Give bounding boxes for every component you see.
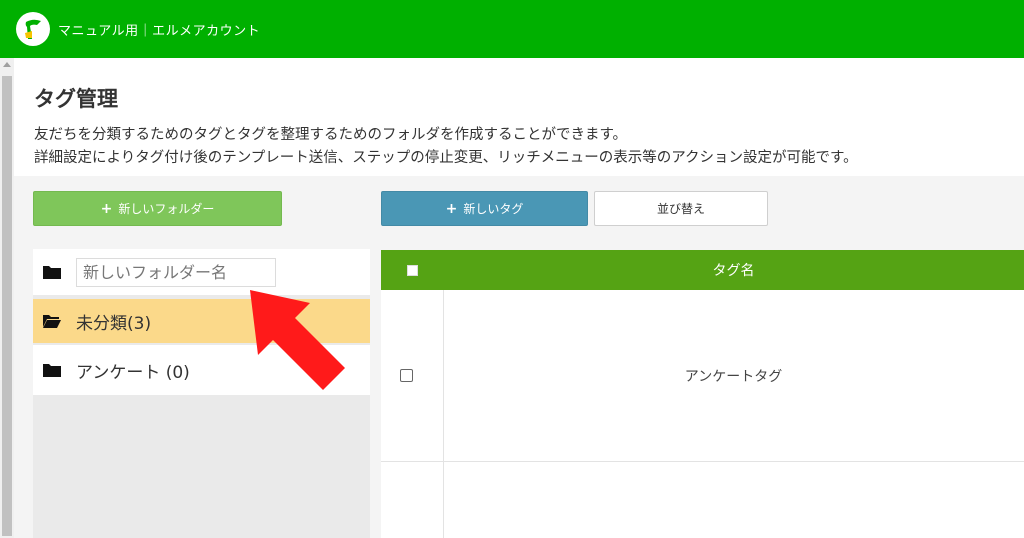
app-logo-icon[interactable] (16, 12, 50, 46)
select-all-checkbox[interactable] (406, 264, 418, 276)
vertical-scrollbar[interactable] (0, 58, 14, 538)
table-row-empty (381, 462, 1024, 538)
description-line-2: 詳細設定によりタグ付け後のテンプレート送信、ステップの停止変更、リッチメニューの… (34, 150, 858, 166)
account-title[interactable]: マニュアル用｜エルメアカウント (58, 20, 260, 39)
folder-icon (43, 266, 61, 279)
tag-name-column-header[interactable]: タグ名 (443, 250, 1024, 290)
tag-table-header: タグ名 (381, 250, 1024, 290)
tag-table: タグ名 アンケートタグ (381, 250, 1024, 538)
sort-label: 並び替え (656, 202, 705, 216)
folder-icon (43, 364, 61, 377)
red-arrow-icon (250, 290, 345, 390)
new-tag-button[interactable]: + 新しいタグ (381, 191, 588, 226)
folder-open-icon (43, 315, 61, 328)
table-row[interactable]: アンケートタグ (381, 290, 1024, 462)
new-folder-button[interactable]: + 新しいフォルダー (33, 191, 282, 226)
page-description: 友だちを分類するためのタグとタグを整理するためのフォルダを作成することができます… (34, 124, 858, 170)
main-content: タグ管理 友だちを分類するためのタグとタグを整理するためのフォルダを作成すること… (14, 58, 1024, 538)
row-checkbox[interactable] (400, 369, 413, 382)
plus-icon: + (100, 200, 113, 217)
tag-name-cell[interactable]: アンケートタグ (443, 290, 1024, 462)
plus-icon: + (445, 200, 458, 217)
new-folder-name-input[interactable] (76, 257, 276, 287)
folder-item-label: アンケート (0) (76, 362, 190, 383)
page-title: タグ管理 (34, 87, 118, 111)
select-all-cell (381, 250, 443, 290)
new-folder-label: 新しいフォルダー (118, 202, 215, 216)
sort-button[interactable]: 並び替え (594, 191, 768, 226)
folder-item-label: 未分類(3) (76, 313, 152, 334)
description-line-1: 友だちを分類するためのタグとタグを整理するためのフォルダを作成することができます… (34, 127, 628, 143)
scroll-up-arrow-icon[interactable] (3, 62, 11, 67)
scrollbar-thumb[interactable] (2, 76, 12, 536)
new-tag-label: 新しいタグ (463, 202, 524, 216)
top-header-bar: マニュアル用｜エルメアカウント (0, 0, 1024, 58)
